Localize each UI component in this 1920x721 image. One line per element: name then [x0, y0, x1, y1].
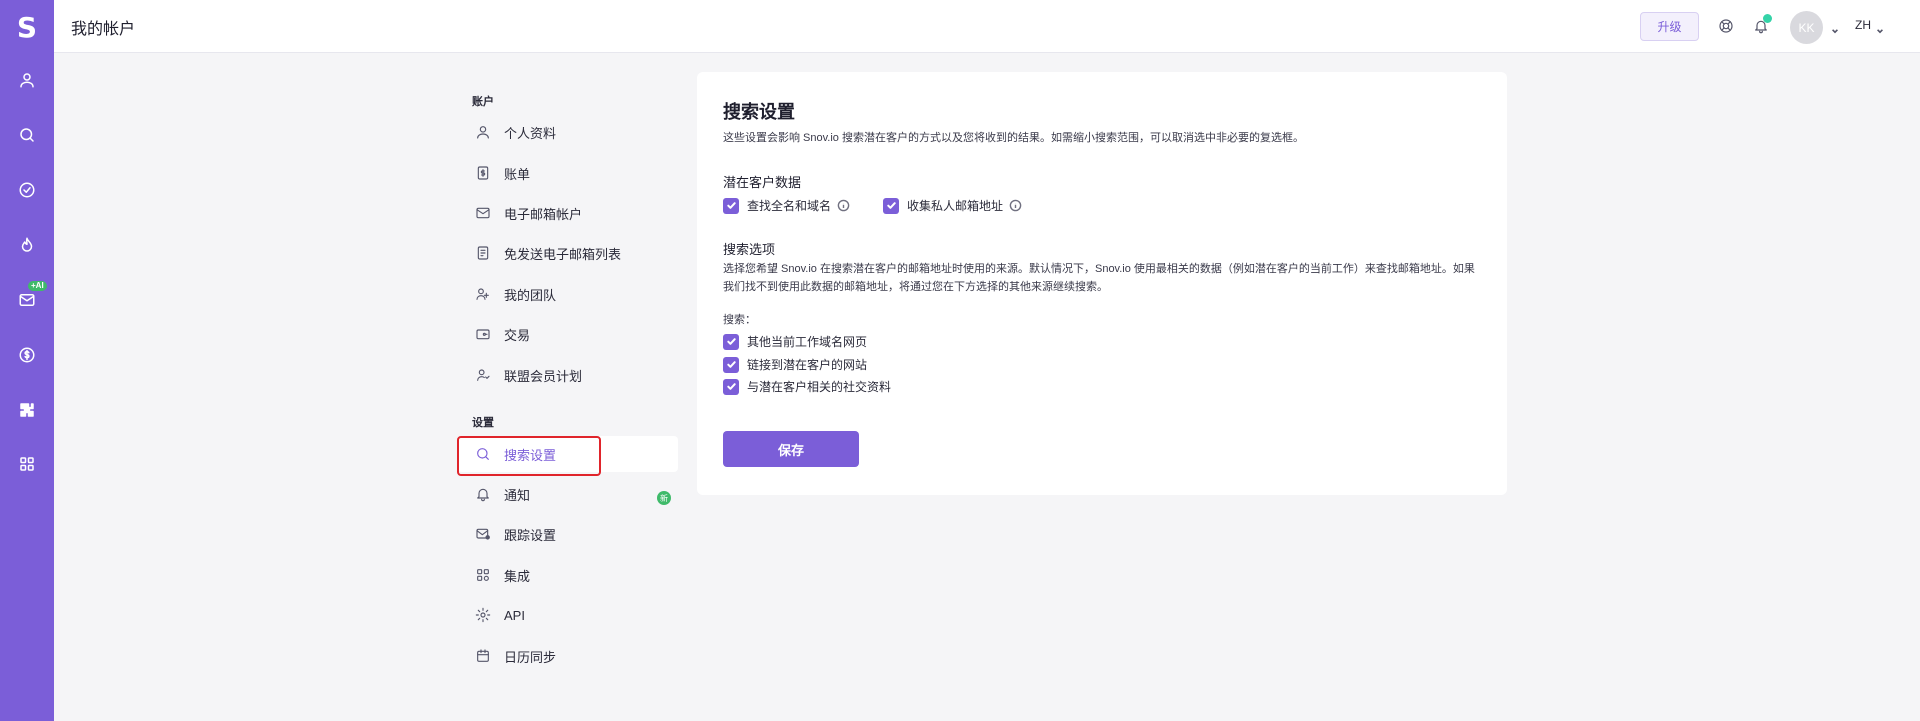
- nav-item-transactions[interactable]: 交易: [458, 316, 678, 352]
- nav-item-label: 免发送电子邮箱列表: [504, 246, 622, 262]
- rail-apps-icon[interactable]: [0, 446, 54, 482]
- checkbox-checked-icon[interactable]: [723, 333, 739, 350]
- rail-campaigns-icon[interactable]: +AI: [0, 281, 54, 318]
- nav-item-tracking-settings[interactable]: 跟踪设置: [458, 516, 678, 552]
- nav-item-label: 集成: [504, 568, 531, 584]
- top-header: 我的帐户 升级 KK ZH: [54, 0, 1920, 53]
- nav-item-label: 交易: [504, 327, 531, 343]
- search-icon: [474, 445, 492, 463]
- page-title: 我的帐户: [71, 21, 136, 38]
- nav-item-do-not-email-list[interactable]: 免发送电子邮箱列表: [458, 235, 678, 271]
- nav-item-label: 跟踪设置: [504, 527, 557, 543]
- info-icon[interactable]: [836, 199, 850, 213]
- card-title: 搜索设置: [723, 102, 795, 122]
- nav-item-team[interactable]: 我的团队: [458, 276, 678, 312]
- checkbox-label: 收集私人邮箱地址: [907, 199, 1004, 213]
- list-icon: [474, 244, 492, 262]
- checkbox-linked-websites[interactable]: 链接到潜在客户的网站: [723, 356, 867, 373]
- affiliate-icon: [474, 366, 492, 384]
- nav-item-search-settings[interactable]: 搜索设置: [458, 436, 678, 472]
- mail-tracking-icon: [474, 525, 492, 543]
- checkbox-social-profiles[interactable]: 与潜在客户相关的社交资料: [723, 378, 891, 395]
- language-chevron-down-icon[interactable]: [1876, 22, 1886, 34]
- nav-item-label: 日历同步: [504, 649, 557, 665]
- prospect-data-title: 潜在客户数据: [723, 175, 802, 190]
- nav-item-label: 搜索设置: [504, 447, 557, 463]
- checkbox-checked-icon[interactable]: [723, 197, 739, 214]
- save-button[interactable]: 保存: [723, 431, 859, 467]
- search-sources-label: 搜索：: [723, 314, 756, 326]
- nav-item-api[interactable]: API: [458, 597, 678, 633]
- notification-dot: [1763, 14, 1772, 23]
- nav-item-billing[interactable]: 账单: [458, 155, 678, 191]
- nav-section-settings: 设置: [472, 417, 494, 429]
- bell-icon: [474, 485, 492, 503]
- rail-prospects-icon[interactable]: [0, 62, 54, 98]
- nav-item-label: 个人资料: [504, 125, 557, 141]
- nav-item-label: API: [504, 607, 525, 623]
- checkbox-label: 查找全名和域名: [747, 199, 832, 213]
- avatar[interactable]: KK: [1790, 11, 1823, 44]
- invoice-icon: [474, 164, 492, 182]
- nav-item-integrations[interactable]: 集成: [458, 557, 678, 593]
- bell-icon[interactable]: [1751, 14, 1772, 36]
- checkbox-label: 其他当前工作域名网页: [747, 335, 868, 349]
- wallet-icon: [474, 325, 492, 343]
- checkbox-full-name-domain[interactable]: 查找全名和域名: [723, 197, 850, 214]
- rail-search-icon[interactable]: [0, 117, 54, 153]
- nav-item-label: 联盟会员计划: [504, 368, 583, 384]
- left-rail: S +AI: [0, 0, 54, 721]
- nav-item-profile[interactable]: 个人资料: [458, 114, 678, 150]
- search-settings-card: 搜索设置 这些设置会影响 Snov.io 搜索潜在客户的方式以及您将收到的结果。…: [697, 72, 1507, 495]
- info-icon[interactable]: [1008, 199, 1022, 213]
- snov-logo[interactable]: S: [0, 8, 54, 46]
- calendar-icon: [474, 647, 492, 665]
- user-icon: [474, 123, 492, 141]
- team-icon: [474, 285, 492, 303]
- rail-deals-icon[interactable]: [0, 337, 54, 373]
- search-options-title: 搜索选项: [723, 242, 776, 257]
- avatar-chevron-down-icon[interactable]: [1831, 22, 1841, 34]
- gear-icon: [474, 606, 492, 624]
- nav-item-label: 电子邮箱帐户: [504, 206, 583, 222]
- mail-icon: [474, 204, 492, 222]
- search-options-description: 选择您希望 Snov.io 在搜索潜在客户的邮箱地址时使用的来源。默认情况下，S…: [723, 263, 1475, 293]
- nav-item-email-accounts[interactable]: 电子邮箱帐户: [458, 195, 678, 231]
- nav-section-account: 账户: [472, 96, 494, 108]
- integrations-icon: [474, 566, 492, 584]
- nav-item-label: 我的团队: [504, 287, 557, 303]
- checkbox-current-job-domain[interactable]: 其他当前工作域名网页: [723, 333, 867, 350]
- checkbox-checked-icon[interactable]: [883, 197, 899, 214]
- nav-item-calendar-sync[interactable]: 日历同步: [458, 638, 678, 674]
- nav-item-label: 通知: [504, 487, 531, 503]
- checkbox-checked-icon[interactable]: [723, 378, 739, 395]
- checkbox-label: 链接到潜在客户的网站: [747, 358, 868, 372]
- help-lifebuoy-icon[interactable]: [1716, 16, 1736, 36]
- upgrade-button[interactable]: 升级: [1640, 12, 1699, 41]
- nav-item-notifications[interactable]: 通知: [458, 476, 678, 512]
- checkbox-private-emails[interactable]: 收集私人邮箱地址: [883, 197, 1022, 214]
- nav-item-affiliate[interactable]: 联盟会员计划: [458, 357, 678, 393]
- new-badge: 新: [657, 491, 671, 505]
- rail-integrations-icon[interactable]: [0, 392, 54, 428]
- rail-warmup-icon[interactable]: [0, 227, 54, 263]
- rail-verify-icon[interactable]: [0, 172, 54, 208]
- card-description: 这些设置会影响 Snov.io 搜索潜在客户的方式以及您将收到的结果。如需缩小搜…: [723, 132, 1304, 144]
- ai-badge: +AI: [28, 281, 47, 291]
- checkbox-label: 与潜在客户相关的社交资料: [747, 380, 892, 394]
- nav-item-label: 账单: [504, 166, 531, 182]
- checkbox-checked-icon[interactable]: [723, 356, 739, 373]
- language-selector[interactable]: ZH: [1855, 18, 1871, 32]
